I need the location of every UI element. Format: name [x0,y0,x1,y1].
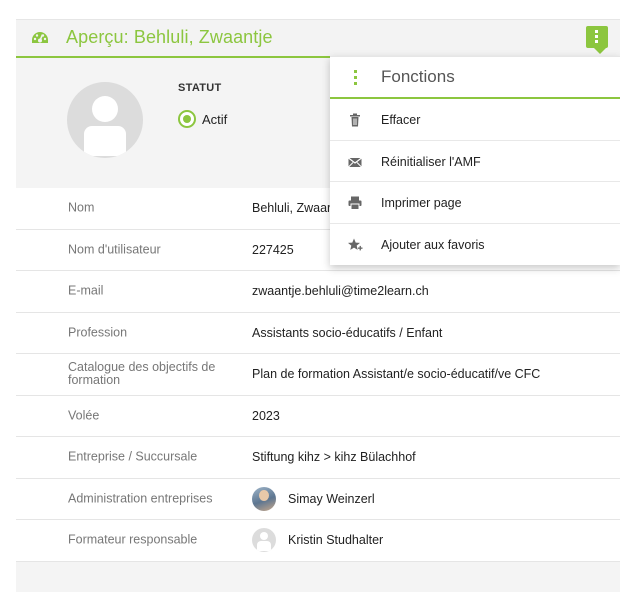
detail-row-company: Entreprise / Succursale Stiftung kihz > … [16,437,620,479]
menu-item-add-favorites[interactable]: Ajouter aux favoris [330,224,620,266]
trainer-link[interactable]: Kristin Studhalter [288,533,383,547]
detail-value: Stiftung kihz > kihz Bülachhof [252,450,416,464]
company-value: Stiftung kihz > kihz Bülachhof [252,450,416,465]
detail-value: Plan de formation Assistant/e socio-éduc… [252,367,540,381]
detail-row-trainer: Formateur responsable Kristin Studhalter [16,520,620,562]
detail-label: Catalogue des objectifs de formation [68,360,216,388]
detail-value: zwaantje.behluli@time2learn.ch [252,284,429,298]
company-admin-link[interactable]: Simay Weinzerl [288,492,375,506]
menu-pointer [594,48,606,54]
default-user-avatar-icon [67,82,143,158]
email-value: zwaantje.behluli@time2learn.ch [252,284,429,299]
trash-icon [350,113,360,127]
detail-label: Volée [68,408,100,423]
detail-value: 2023 [252,409,280,423]
detail-label: Administration entreprises [68,491,213,506]
detail-row-company-admin: Administration entreprises Simay Weinzer… [16,479,620,520]
menu-item-label: Ajouter aux favoris [381,237,485,252]
detail-value: 227425 [252,243,294,257]
detail-value[interactable]: Kristin Studhalter [252,528,383,553]
detail-label: Nom [68,200,95,215]
menu-item-label: Imprimer page [381,196,462,210]
dropdown-header: Fonctions [330,57,620,99]
envelope-icon [348,157,362,167]
dropdown-title: Fonctions [381,67,455,86]
volee-value: 2023 [252,408,280,423]
status-active-radio[interactable] [178,110,196,128]
status-value: Actif [202,112,228,127]
detail-value: Assistants socio-éducatifs / Enfant [252,326,442,340]
menu-item-print-page[interactable]: Imprimer page [330,182,620,224]
functions-dropdown: Fonctions Effacer Réinitialiser l'AMF Im… [330,56,620,265]
dashboard-gauge-icon [32,32,48,43]
detail-label: E-mail [68,283,104,298]
default-user-avatar-icon [252,528,276,553]
detail-row-catalogue: Catalogue des objectifs de formation Pla… [16,354,620,396]
vertical-dots-icon [595,30,599,44]
menu-item-delete[interactable]: Effacer [330,99,620,141]
star-add-icon [348,238,363,250]
catalogue-value: Plan de formation Assistant/e socio-éduc… [252,367,541,382]
username-value: 227425 [252,242,294,257]
vertical-dots-icon [354,70,357,86]
detail-row-profession: Profession Assistants socio-éducatifs / … [16,313,620,354]
functions-menu-button[interactable] [586,26,608,54]
detail-row-email: E-mail zwaantje.behluli@time2learn.ch [16,271,620,313]
menu-item-reset-amf[interactable]: Réinitialiser l'AMF [330,141,620,182]
page-title: Aperçu: Behluli, Zwaantje [66,27,273,47]
name-value: Behluli, Zwaar [252,201,332,216]
detail-value[interactable]: Simay Weinzerl [252,486,375,511]
person-photo-avatar [252,486,276,511]
detail-label: Profession [68,325,128,340]
status-label: STATUT [178,82,222,94]
detail-label: Entreprise / Succursale [68,449,198,464]
detail-label: Nom d'utilisateur [68,242,161,257]
panel-header: Aperçu: Behluli, Zwaantje [16,20,620,58]
detail-label: Formateur responsable [68,532,198,547]
printer-icon [348,196,362,210]
menu-item-label: Réinitialiser l'AMF [381,154,481,169]
menu-item-label: Effacer [381,113,421,127]
detail-value: Behluli, Zwaar [252,201,331,215]
profession-value: Assistants socio-éducatifs / Enfant [252,325,443,340]
detail-row-volee: Volée 2023 [16,396,620,437]
